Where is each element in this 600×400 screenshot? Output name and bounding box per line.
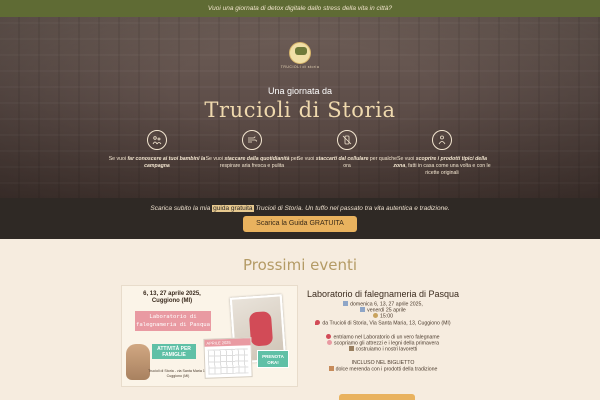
event-time: 15:00 bbox=[300, 313, 466, 320]
family-icon bbox=[147, 130, 167, 150]
phone-off-icon bbox=[337, 130, 357, 150]
feature-text: Se vuoi staccarti dal cellulare per qual… bbox=[296, 156, 398, 169]
feature-fresh-air: Se vuoi staccare dalla quotidianità per … bbox=[200, 130, 304, 170]
flower-icon bbox=[327, 340, 333, 345]
event-book-button[interactable] bbox=[339, 394, 415, 400]
calendar-icon bbox=[360, 307, 366, 312]
feature-local-products: Se vuoi scoprire i prodotti tipici della… bbox=[390, 130, 494, 177]
guide-highlight: guida gratuita bbox=[212, 205, 254, 212]
target-icon bbox=[326, 334, 332, 339]
poster-banner: Laboratorio di falegnameria di Pasqua bbox=[135, 311, 211, 331]
feature-text: Se vuoi far conoscere ai tuoi bambini la… bbox=[108, 156, 206, 169]
feature-phone-detox: Se vuoi staccarti dal cellulare per qual… bbox=[295, 130, 399, 170]
hero-subtitle: Una giornata da bbox=[267, 86, 333, 96]
event-item: costruiamo i nostri lavoretti bbox=[300, 346, 466, 353]
poster-address: Trucioli di Storia - via Santa Maria 13,… bbox=[148, 369, 208, 378]
top-announcement-bar: Vuoi una giornata di detox digitale dall… bbox=[0, 0, 600, 17]
event-location: da Trucioli di Storia, Via Santa Maria, … bbox=[300, 320, 466, 327]
hero-title: Trucioli di Storia bbox=[204, 98, 396, 122]
poster-book-badge: PRENOTA ORA! bbox=[257, 350, 289, 368]
poster-tag: ATTIVITÀ PER FAMIGLIE bbox=[152, 344, 196, 359]
download-guide-text: Scarica subito la mia guida gratuita Tru… bbox=[150, 205, 450, 212]
calendar-icon bbox=[343, 301, 349, 306]
fresh-air-icon bbox=[242, 130, 262, 150]
download-guide-button[interactable]: Scarica la Guida GRATUITA bbox=[243, 216, 357, 232]
hammer-icon bbox=[348, 346, 354, 351]
farm-products-icon bbox=[432, 130, 452, 150]
logo-icon[interactable] bbox=[289, 42, 311, 64]
event-poster-image[interactable]: 6, 13, 27 aprile 2025, Cuggiono (MI) Labo… bbox=[121, 285, 298, 387]
hero-section: TRUCIOLI di storia Una giornata da Truci… bbox=[0, 17, 600, 198]
feature-text: Se vuoi staccare dalla quotidianità per … bbox=[205, 156, 299, 169]
feature-kids-countryside: Se vuoi far conoscere ai tuoi bambini la… bbox=[105, 130, 209, 170]
cake-icon bbox=[328, 366, 334, 371]
poster-date: 6, 13, 27 aprile 2025, Cuggiono (MI) bbox=[143, 291, 201, 304]
pin-icon bbox=[315, 320, 321, 325]
calendar-icon: APRILE 2025 bbox=[203, 337, 253, 379]
feature-text: Se vuoi scoprire i prodotti tipici della… bbox=[393, 156, 491, 176]
event-title[interactable]: Laboratorio di falegnameria di Pasqua bbox=[300, 289, 466, 299]
event-included-item: dolce merenda con i prodotti della tradi… bbox=[300, 366, 466, 373]
bunny-illustration bbox=[126, 344, 150, 380]
logo-text: TRUCIOLI di storia bbox=[280, 65, 320, 69]
clock-icon bbox=[373, 313, 378, 318]
events-section-title: Prossimi eventi bbox=[242, 256, 358, 274]
